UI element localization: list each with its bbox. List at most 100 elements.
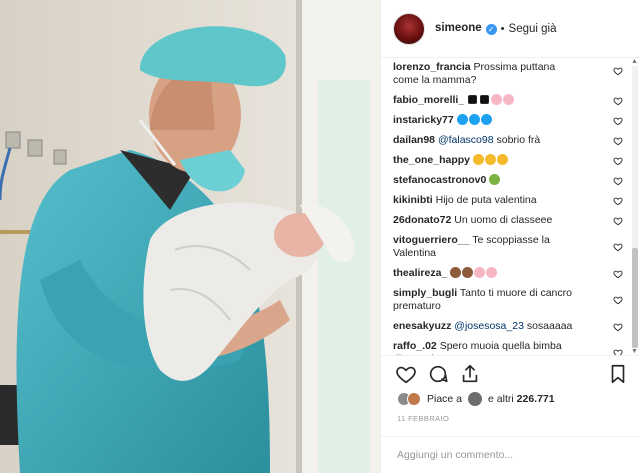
clap-icon: [496, 154, 508, 165]
black-heart-icon: [468, 95, 478, 104]
comment-icon[interactable]: [427, 363, 449, 385]
following-button[interactable]: Segui già: [509, 23, 557, 35]
comment-username[interactable]: kikinibti: [393, 194, 433, 206]
photo-illustration: [0, 0, 380, 473]
comment-like-heart-icon[interactable]: [613, 348, 623, 355]
scroll-down-arrow-icon[interactable]: ▼: [631, 348, 638, 355]
separator-dot: •: [500, 22, 505, 35]
comment-username[interactable]: enesakyuzz: [393, 320, 451, 332]
comment-item: kikinibti Hijo de puta valentina: [381, 194, 629, 207]
comment-username[interactable]: lorenzo_francia: [393, 61, 471, 73]
comment-username[interactable]: stefanocastronov0: [393, 174, 486, 186]
likes-prefix: Piace a: [427, 393, 463, 405]
comment-text: Un uomo di classeee: [454, 214, 553, 226]
comment-emoji-row: [489, 174, 501, 185]
heart-icon[interactable]: [395, 363, 417, 385]
comment-like-heart-icon[interactable]: [613, 242, 623, 252]
comment-emoji-row: [456, 114, 492, 125]
comment-like-heart-icon[interactable]: [613, 116, 623, 126]
nauseated-face-icon: [489, 174, 501, 185]
share-icon[interactable]: [459, 363, 481, 385]
comment-username[interactable]: fabio_morelli_: [393, 94, 464, 106]
comment-like-heart-icon[interactable]: [613, 269, 623, 279]
comment-item: stefanocastronov0: [381, 174, 629, 187]
comment-username[interactable]: vitoguerriero__: [393, 234, 469, 246]
comment-item: instaricky77: [381, 114, 629, 127]
comment-item: fabio_morelli_: [381, 94, 629, 107]
poop-icon: [462, 267, 474, 278]
comment-like-heart-icon[interactable]: [613, 176, 623, 186]
comment-item: raffo_.02 Spero muoia quella bimba dimme…: [381, 340, 629, 355]
post-sidebar: simeone ✓ • Segui già lorenzo_francia Pro…: [380, 0, 640, 473]
clap-icon: [472, 154, 484, 165]
comment-like-heart-icon[interactable]: [613, 216, 623, 226]
comment-like-heart-icon[interactable]: [613, 66, 623, 76]
poop-icon: [450, 267, 462, 278]
comment-text-continued: Valentina: [393, 247, 437, 259]
post-header: simeone ✓ • Segui già: [381, 0, 640, 58]
pig-face-icon: [486, 267, 498, 278]
comment-text: sosaaaaa: [526, 320, 573, 332]
likes-and-others: e altri: [488, 393, 514, 405]
username-text[interactable]: simeone: [435, 22, 482, 34]
clap-icon: [484, 154, 496, 165]
post-date[interactable]: 11 FEBBRAIO: [397, 414, 449, 423]
scrollbar-thumb[interactable]: [632, 248, 638, 348]
liker-avatar[interactable]: [407, 392, 421, 406]
comment-text: Spero muoia quella bimba: [439, 340, 562, 352]
comment-text: Hijo de puta valentina: [435, 194, 537, 206]
comment-text: Prossima puttana: [473, 61, 556, 73]
comment-text-continued: come la mamma?: [393, 74, 477, 86]
blue-circle-icon: [468, 114, 480, 125]
comment-like-heart-icon[interactable]: [613, 322, 623, 332]
comment-mention-link[interactable]: @falasco98: [438, 134, 494, 146]
comment-item: 26donato72 Un uomo di classeee: [381, 214, 629, 227]
add-comment-input[interactable]: Aggiungi un commento...: [381, 436, 640, 473]
liker-avatar[interactable]: [468, 392, 483, 406]
comment-username[interactable]: thealireza_: [393, 267, 447, 279]
comment-username[interactable]: the_one_happy: [393, 154, 470, 166]
comment-text: sobrio frà: [496, 134, 541, 146]
comment-item: the_one_happy: [381, 154, 629, 167]
comment-like-heart-icon[interactable]: [613, 196, 623, 206]
comment-username[interactable]: 26donato72: [393, 214, 451, 226]
black-heart-icon: [480, 95, 490, 104]
scroll-up-arrow-icon[interactable]: ▲: [631, 58, 638, 65]
comment-text: Tanto ti muore di cancro: [459, 287, 572, 299]
comment-like-heart-icon[interactable]: [613, 96, 623, 106]
header-username[interactable]: simeone ✓: [435, 22, 497, 35]
comment-item: simply_bugli Tanto ti muore di cancro pr…: [381, 287, 629, 313]
likes-summary: Piace a e altri 226.771: [397, 390, 555, 408]
bookmark-icon[interactable]: [607, 363, 629, 385]
post-photo[interactable]: [0, 0, 380, 473]
comment-username[interactable]: instaricky77: [393, 114, 454, 126]
comments-scrollbar[interactable]: ▲ ▼: [630, 58, 638, 355]
comment-like-heart-icon[interactable]: [613, 156, 623, 166]
pig-face-icon: [474, 267, 486, 278]
comment-emoji-row: [467, 94, 515, 105]
comment-text-continued: prematuro: [393, 300, 441, 312]
comment-emoji-row: [472, 154, 508, 165]
pig-face-icon: [491, 94, 503, 105]
comment-item: thealireza_: [381, 267, 629, 280]
comment-mention-link[interactable]: @josesosa_23: [454, 320, 524, 332]
comment-username[interactable]: dailan98: [393, 134, 435, 146]
comment-username[interactable]: raffo_.02: [393, 340, 437, 352]
blue-circle-icon: [456, 114, 468, 125]
pig-face-icon: [503, 94, 515, 105]
likes-count[interactable]: 226.771: [517, 393, 555, 405]
comment-text: Te scoppiasse la: [472, 234, 550, 246]
comment-username[interactable]: simply_bugli: [393, 287, 457, 299]
comment-item: lorenzo_francia Prossima puttana come la…: [381, 61, 629, 87]
comment-like-heart-icon[interactable]: [613, 295, 623, 305]
comments-list: lorenzo_francia Prossima puttana come la…: [381, 58, 629, 355]
comment-item: vitoguerriero__ Te scoppiasse la Valenti…: [381, 234, 629, 260]
avatar[interactable]: [393, 12, 425, 45]
comment-emoji-row: [450, 267, 498, 278]
post-actions-bar: [381, 355, 640, 387]
comment-item: enesakyuzz @josesosa_23 sosaaaaa: [381, 320, 629, 333]
verified-badge-icon: ✓: [485, 24, 497, 35]
comment-like-heart-icon[interactable]: [613, 136, 623, 146]
blue-circle-icon: [480, 114, 492, 125]
comment-item: dailan98 @falasco98 sobrio frà: [381, 134, 629, 147]
